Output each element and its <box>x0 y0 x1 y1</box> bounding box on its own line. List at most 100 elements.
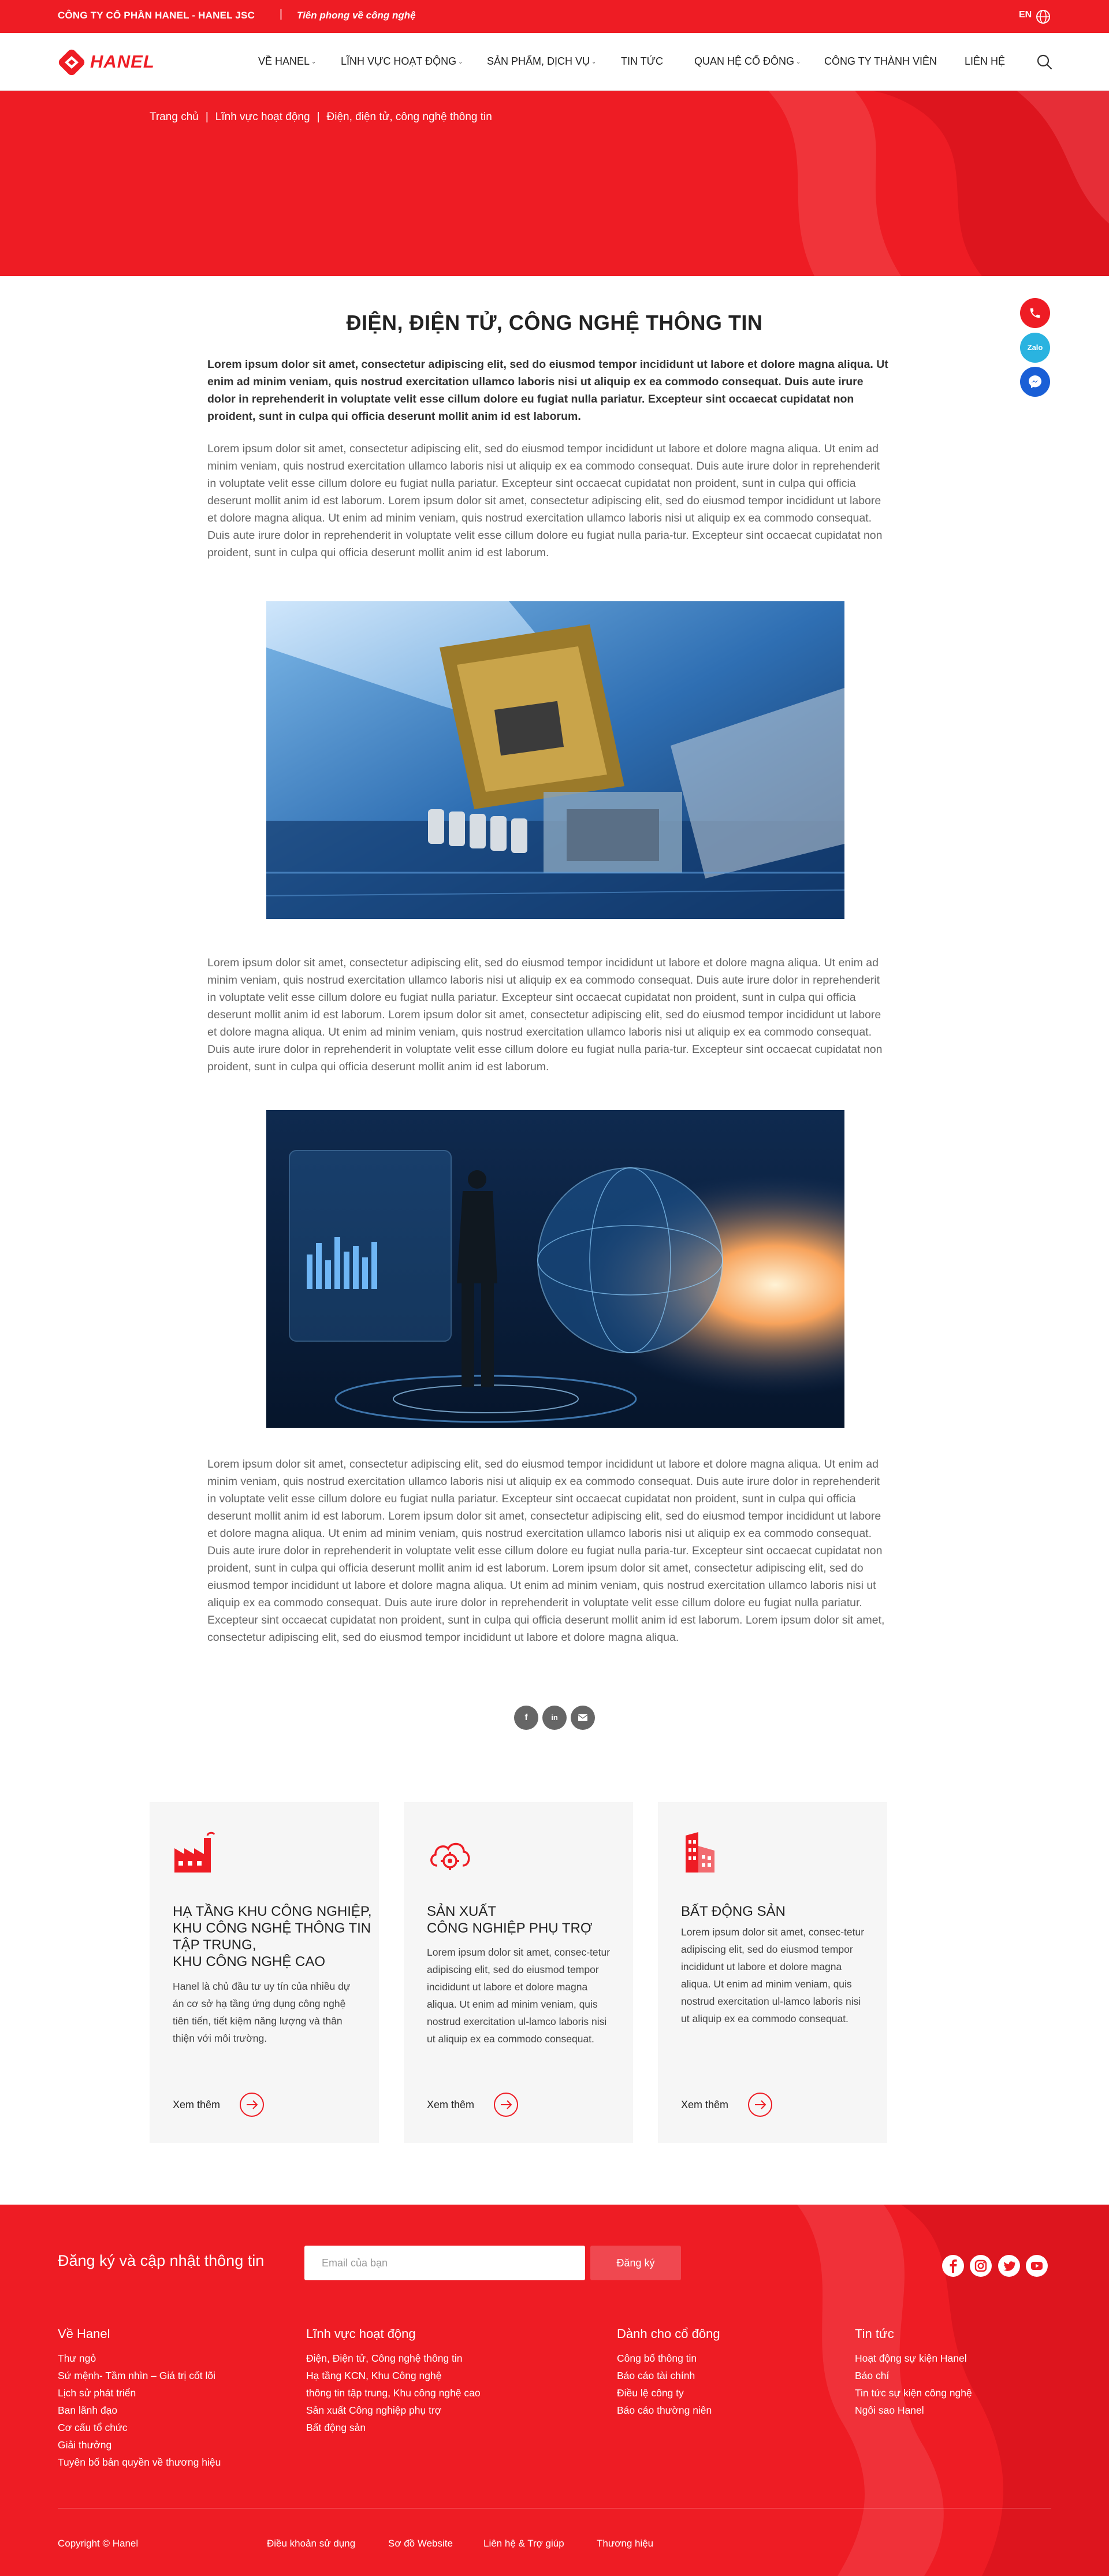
footer-link[interactable]: Hoạt động sự kiện Hanel <box>855 2352 967 2365</box>
messenger-button[interactable] <box>1020 367 1050 397</box>
digital-globe-image <box>266 1110 844 1428</box>
share-linkedin[interactable]: in <box>542 1706 567 1730</box>
footer-bottom-link[interactable]: Liên hệ & Trợ giúp <box>483 2538 564 2549</box>
youtube-icon[interactable] <box>1025 2254 1048 2277</box>
article-paragraph-3: Lorem ipsum dolor sit amet, consectetur … <box>207 1458 885 1644</box>
arrow-right-icon[interactable] <box>239 2092 265 2117</box>
card-title-line: BẤT ĐỘNG SẢN <box>681 1904 786 1919</box>
share-email[interactable] <box>571 1706 595 1730</box>
footer-link[interactable]: Báo cáo thường niên <box>617 2404 712 2417</box>
phone-button[interactable] <box>1020 298 1050 328</box>
search-icon[interactable] <box>1036 53 1053 70</box>
chevron-down-icon: ⌄ <box>311 59 317 65</box>
footer-link[interactable]: Báo chí <box>855 2370 889 2382</box>
arrow-right-icon[interactable] <box>747 2092 773 2117</box>
footer-link[interactable]: Cơ cấu tổ chức <box>58 2422 127 2434</box>
cpu-chip-image <box>266 601 844 919</box>
card-description: Hanel là chủ đầu tư uy tín của nhiều dự … <box>173 1981 351 2044</box>
nav-label: SẢN PHẨM, DỊCH VỤ <box>487 55 590 67</box>
chevron-down-icon: ⌄ <box>796 59 801 65</box>
nav-item-lien-he[interactable]: LIÊN HỆ <box>965 55 1005 68</box>
footer-col-title-linh-vuc: Lĩnh vực hoạt động <box>306 2326 416 2341</box>
nav-label: VỀ HANEL <box>258 55 310 67</box>
nav-item-cong-ty-thanh-vien[interactable]: CÔNG TY THÀNH VIÊN <box>824 55 937 68</box>
footer-col-title-ve-hanel: Về Hanel <box>58 2326 110 2341</box>
buildings-icon <box>686 1832 714 1873</box>
footer-link[interactable]: Lịch sử phát triển <box>58 2387 136 2399</box>
card-title-line: CÔNG NGHIỆP PHỤ TRỢ <box>427 1920 593 1936</box>
footer-link[interactable]: Giải thưởng <box>58 2439 111 2451</box>
main-nav: VỀ HANEL ⌄ LĨNH VỰC HOẠT ĐỘNG ⌄ SẢN PHẨM, … <box>0 33 1109 91</box>
footer-link[interactable]: Bất động sản <box>306 2422 366 2434</box>
nav-item-tin-tuc[interactable]: TIN TỨC <box>621 55 663 68</box>
breadcrumb-divider: | <box>205 111 209 123</box>
card-title-line: HẠ TẦNG KHU CÔNG NGHIỆP, <box>173 1904 372 1919</box>
slogan: Tiên phong về công nghệ <box>297 10 416 21</box>
footer-link[interactable]: Sản xuất Công nghiệp phụ trợ <box>306 2404 441 2417</box>
topbar-separator: | <box>280 8 282 20</box>
article-title: ĐIỆN, ĐIỆN TỬ, CÔNG NGHỆ THÔNG TIN <box>346 311 763 334</box>
share-facebook[interactable]: f <box>514 1706 538 1730</box>
main-header: HANEL VỀ HANEL ⌄ LĨNH VỰC HOẠT ĐỘNG ⌄ SẢN … <box>0 33 1109 91</box>
footer-link[interactable]: Sứ mệnh- Tầm nhìn – Giá trị cốt lõi <box>58 2370 215 2382</box>
globe-icon[interactable] <box>1036 9 1051 24</box>
messenger-icon <box>1029 375 1041 388</box>
subscribe-button[interactable]: Đăng ký <box>590 2246 681 2280</box>
facebook-icon[interactable] <box>941 2254 965 2277</box>
footer-link[interactable]: Ngôi sao Hanel <box>855 2404 924 2417</box>
card-title-line: KHU CÔNG NGHỆ THÔNG TIN <box>173 1920 371 1936</box>
language-switch[interactable]: EN <box>1019 10 1032 20</box>
email-field[interactable] <box>304 2246 585 2280</box>
nav-label: LĨNH VỰC HOẠT ĐỘNG <box>341 55 457 67</box>
footer-link[interactable]: thông tin tập trung, Khu công nghệ cao <box>306 2387 481 2399</box>
top-bar: CÔNG TY CỔ PHẦN HANEL - HANEL JSC | Tiên… <box>0 0 1109 33</box>
footer-col-title-co-dong: Dành cho cổ đông <box>617 2326 720 2341</box>
card-title: SẢN XUẤT CÔNG NGHIỆP PHỤ TRỢ <box>427 1903 623 1937</box>
nav-label: LIÊN HỆ <box>965 55 1006 67</box>
card-title-line: TẬP TRUNG, <box>173 1937 256 1953</box>
site-footer: Đăng ký và cập nhật thông tin Đăng ký Về… <box>0 2205 1109 2576</box>
card-ha-tang[interactable]: HẠ TẦNG KHU CÔNG NGHIỆP, KHU CÔNG NGHỆ T… <box>150 1802 379 2143</box>
phone-icon <box>1030 308 1040 318</box>
nav-item-linh-vuc[interactable]: LĨNH VỰC HOẠT ĐỘNG ⌄ <box>341 55 463 68</box>
footer-link[interactable]: Tin tức sự kiện công nghệ <box>855 2387 972 2399</box>
article-paragraph-2: Lorem ipsum dolor sit amet, consectetur … <box>207 956 883 1073</box>
linkedin-icon: in <box>551 1713 558 1722</box>
footer-link[interactable]: Thư ngỏ <box>58 2352 96 2365</box>
nav-label: CÔNG TY THÀNH VIÊN <box>824 55 937 67</box>
zalo-button[interactable]: Zalo <box>1020 333 1050 363</box>
nav-item-quan-he-co-dong[interactable]: QUAN HỆ CỔ ĐÔNG ⌄ <box>694 55 801 68</box>
footer-bottom-link[interactable]: Thương hiệu <box>597 2538 653 2549</box>
breadcrumb-linh-vuc[interactable]: Lĩnh vực hoạt động <box>215 111 310 124</box>
card-more-link[interactable]: Xem thêm <box>427 2092 474 2117</box>
nav-item-san-pham[interactable]: SẢN PHẨM, DỊCH VỤ ⌄ <box>487 55 596 68</box>
twitter-icon[interactable] <box>998 2254 1021 2277</box>
card-more-link[interactable]: Xem thêm <box>173 2092 220 2117</box>
company-name: CÔNG TY CỔ PHẦN HANEL - HANEL JSC <box>58 10 255 21</box>
card-san-xuat[interactable]: SẢN XUẤT CÔNG NGHIỆP PHỤ TRỢ Lorem ipsum… <box>404 1802 633 2143</box>
instagram-icon[interactable] <box>969 2254 992 2277</box>
footer-link[interactable]: Điện, Điện tử, Công nghệ thông tin <box>306 2352 463 2365</box>
footer-bottom-link[interactable]: Sơ đồ Website <box>388 2538 453 2549</box>
article-lead: Lorem ipsum dolor sit amet, consectetur … <box>207 358 888 423</box>
card-bat-dong-san[interactable]: BẤT ĐỘNG SẢN Lorem ipsum dolor sit amet,… <box>658 1802 887 2143</box>
footer-bottom-link[interactable]: Điều khoản sử dụng <box>267 2538 355 2549</box>
nav-item-ve-hanel[interactable]: VỀ HANEL ⌄ <box>258 55 316 68</box>
footer-link[interactable]: Báo cáo tài chính <box>617 2370 695 2382</box>
nav-label: QUAN HỆ CỔ ĐÔNG <box>694 55 795 67</box>
footer-link[interactable]: Công bố thông tin <box>617 2352 697 2365</box>
breadcrumb: Trang chủ | Lĩnh vực hoạt động | Điện, điện … <box>150 111 492 124</box>
arrow-right-icon[interactable] <box>493 2092 519 2117</box>
footer-link[interactable]: Hạ tầng KCN, Khu Công nghệ <box>306 2370 441 2382</box>
card-more-link[interactable]: Xem thêm <box>681 2092 728 2117</box>
card-title-line: KHU CÔNG NGHỆ CAO <box>173 1954 326 1970</box>
footer-link[interactable]: Điều lệ công ty <box>617 2387 684 2399</box>
footer-link[interactable]: Ban lãnh đạo <box>58 2404 117 2417</box>
card-title: HẠ TẦNG KHU CÔNG NGHIỆP, KHU CÔNG NGHỆ T… <box>173 1903 372 1970</box>
breadcrumb-home[interactable]: Trang chủ <box>150 111 199 124</box>
breadcrumb-divider: | <box>317 111 320 123</box>
footer-link[interactable]: Tuyên bố bản quyền về thương hiệu <box>58 2456 221 2469</box>
chevron-down-icon: ⌄ <box>591 59 597 65</box>
card-title-line: SẢN XUẤT <box>427 1904 497 1919</box>
article-paragraph-1: Lorem ipsum dolor sit amet, consectetur … <box>207 442 883 559</box>
